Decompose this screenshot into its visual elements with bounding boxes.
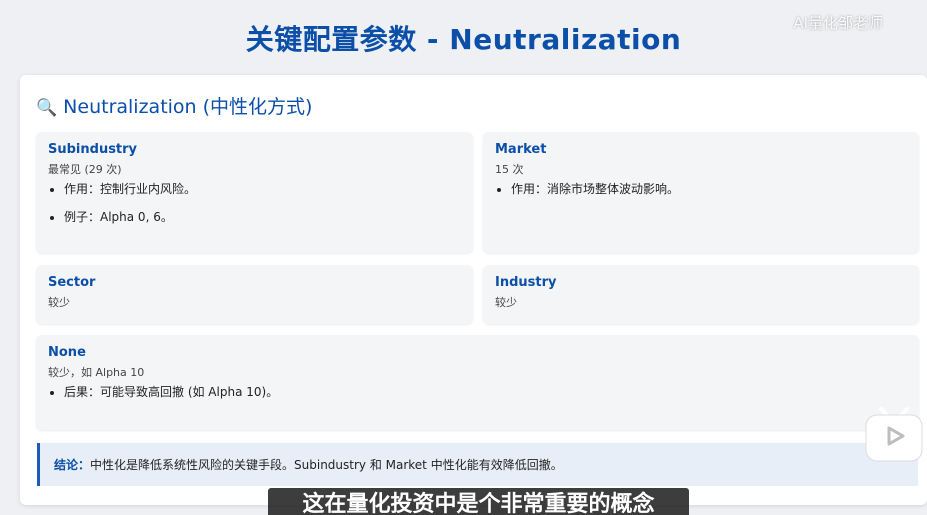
option-market: Market 15 次 作用：消除市场整体波动影响。	[483, 132, 919, 253]
bullet-item: 作用：控制行业内风险。	[64, 180, 461, 198]
option-bullets: 作用：控制行业内风险。 例子：Alpha 0, 6。	[48, 180, 461, 226]
option-note: 最常见 (29 次)	[48, 163, 122, 176]
option-title: Market	[495, 142, 547, 157]
option-bullets: 作用：消除市场整体波动影响。	[495, 180, 907, 198]
neutralization-card: 🔍 Neutralization (中性化方式) Subindustry 最常见 …	[20, 75, 927, 505]
conclusion-box: 结论：中性化是降低系统性风险的关键手段。Subindustry 和 Market…	[37, 443, 918, 486]
bilibili-tv-icon[interactable]	[863, 403, 925, 465]
option-title: Subindustry	[48, 142, 138, 157]
option-sector: Sector 较少	[36, 265, 473, 324]
conclusion-text: 中性化是降低系统性风险的关键手段。Subindustry 和 Market 中性…	[90, 458, 563, 472]
option-note: 较少，如 Alpha 10	[48, 366, 145, 379]
option-subindustry: Subindustry 最常见 (29 次) 作用：控制行业内风险。 例子：Al…	[36, 132, 473, 253]
magnifier-icon: 🔍	[36, 98, 58, 118]
option-note: 较少	[48, 296, 70, 309]
watermark: AI量化邹老师	[793, 14, 883, 32]
option-note: 15 次	[495, 163, 524, 176]
option-title: Industry	[495, 275, 557, 290]
option-title: None	[48, 345, 86, 360]
option-bullets: 后果：可能导致高回撤 (如 Alpha 10)。	[48, 383, 907, 401]
video-subtitle: 这在量化投资中是个非常重要的概念	[268, 488, 689, 515]
slide-title: 关键配置参数 - Neutralization	[245, 23, 682, 56]
option-note: 较少	[495, 296, 517, 309]
conclusion-label: 结论：	[54, 458, 91, 472]
card-heading-text: Neutralization (中性化方式)	[63, 96, 313, 118]
option-none: None 较少，如 Alpha 10 后果：可能导致高回撤 (如 Alpha 1…	[36, 335, 919, 430]
bullet-item: 作用：消除市场整体波动影响。	[511, 180, 907, 198]
option-industry: Industry 较少	[483, 265, 919, 324]
bullet-item: 例子：Alpha 0, 6。	[64, 208, 461, 226]
card-heading: 🔍 Neutralization (中性化方式)	[36, 92, 312, 119]
bullet-item: 后果：可能导致高回撤 (如 Alpha 10)。	[64, 383, 907, 401]
option-title: Sector	[48, 275, 96, 290]
